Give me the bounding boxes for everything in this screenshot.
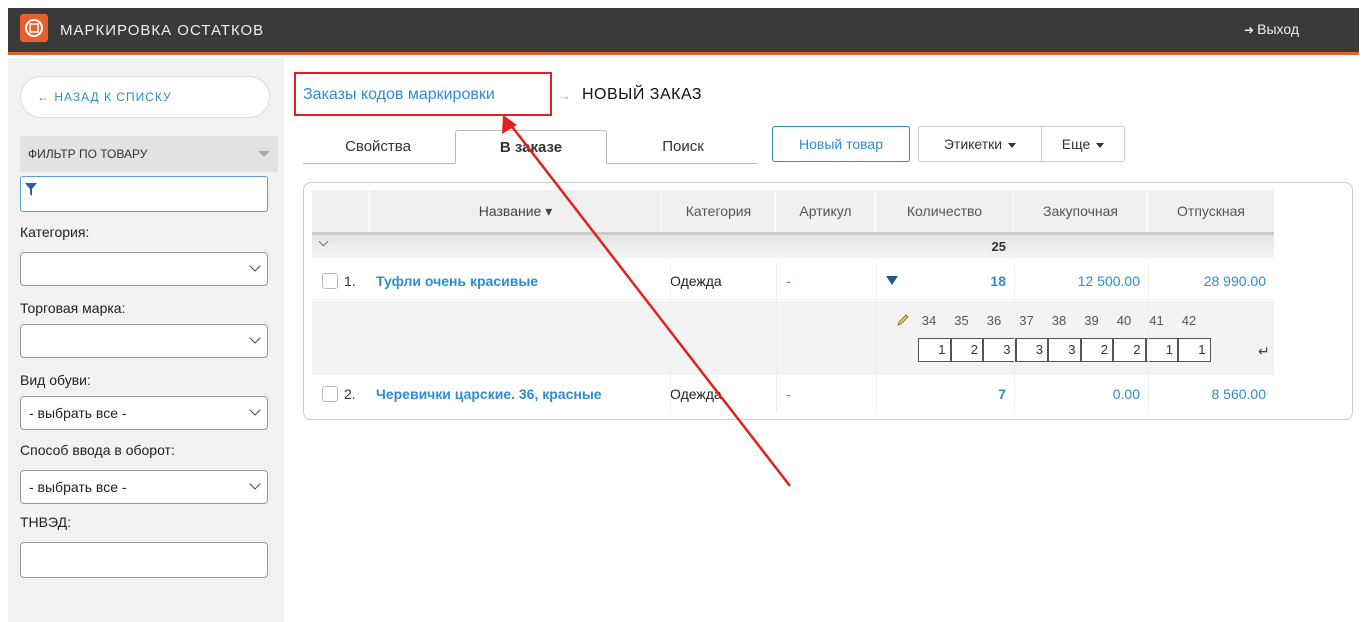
- tnved-input[interactable]: [20, 542, 268, 578]
- product-filter-header[interactable]: ФИЛЬТР ПО ТОВАРУ: [20, 136, 278, 172]
- back-to-list-button[interactable]: ← НАЗАД К СПИСКУ: [20, 76, 270, 118]
- caret-down-icon: [1096, 142, 1105, 148]
- table-row[interactable]: 1. Туфли очень красивые Одежда - 18 12 5…: [312, 262, 1274, 300]
- enter-icon[interactable]: ↵: [1258, 343, 1270, 360]
- table-row[interactable]: 2. Черевички царские. 36, красные Одежда…: [312, 375, 1274, 413]
- size-quantity-input[interactable]: 3: [983, 338, 1016, 362]
- logout-link[interactable]: ➜ Выход: [1244, 21, 1299, 37]
- size-quantity-input[interactable]: 1: [1145, 338, 1178, 362]
- size-quantity-input[interactable]: 1: [1178, 338, 1211, 362]
- app-logo-icon[interactable]: [20, 14, 48, 42]
- circulation-select[interactable]: - выбрать все -: [20, 470, 268, 504]
- shoe-type-label: Вид обуви:: [20, 372, 91, 388]
- table-header: Название ▾ Категория Артикул Количество …: [312, 190, 1274, 232]
- size-quantity-input[interactable]: 2: [950, 338, 983, 362]
- item-quantity[interactable]: 7: [876, 375, 1014, 413]
- item-retail-price[interactable]: 8 560.00: [1148, 375, 1274, 413]
- item-name-link[interactable]: Черевички царские. 36, красные: [376, 375, 602, 413]
- caret-down-icon: [1008, 142, 1017, 148]
- size-quantity-input[interactable]: 1: [918, 338, 951, 362]
- group-row[interactable]: 25: [312, 232, 1274, 258]
- size-label: 39: [1084, 313, 1099, 328]
- circulation-select-value: - выбрать все -: [29, 479, 127, 495]
- row-index: 1.: [344, 272, 356, 289]
- col-purchase-header[interactable]: Закупочная: [1014, 190, 1148, 232]
- page-title: НОВЫЙ ЗАКАЗ: [582, 86, 703, 103]
- item-purchase-price[interactable]: 12 500.00: [1014, 262, 1148, 299]
- tab-search[interactable]: Поиск: [609, 130, 757, 164]
- chevron-down-icon: [249, 332, 261, 344]
- item-article[interactable]: -: [786, 262, 791, 299]
- size-label: 36: [986, 313, 1002, 328]
- column-divider: [1014, 263, 1015, 413]
- item-category: Одежда: [670, 386, 722, 402]
- funnel-icon: [25, 183, 37, 196]
- product-filter-title: ФИЛЬТР ПО ТОВАРУ: [28, 147, 148, 161]
- column-divider: [670, 263, 671, 413]
- column-divider: [776, 263, 777, 413]
- size-label: 42: [1181, 313, 1197, 328]
- item-article[interactable]: -: [786, 375, 791, 413]
- chevron-down-icon[interactable]: [318, 236, 329, 247]
- size-quantity-input[interactable]: 3: [1048, 338, 1081, 362]
- size-quantity-input[interactable]: 2: [1113, 338, 1146, 362]
- circulation-label: Способ ввода в оборот:: [20, 442, 175, 458]
- col-name-header[interactable]: Название ▾: [370, 190, 662, 232]
- pencil-icon[interactable]: [896, 313, 910, 327]
- item-category: Одежда: [670, 272, 722, 289]
- item-retail-price[interactable]: 28 990.00: [1148, 262, 1274, 299]
- logout-label: Выход: [1257, 21, 1299, 37]
- breadcrumb-separator: →: [558, 88, 571, 103]
- col-article-header[interactable]: Артикул: [776, 190, 876, 232]
- size-label: 35: [954, 313, 969, 328]
- chevron-down-icon: [249, 478, 261, 490]
- item-quantity[interactable]: 18: [876, 262, 1014, 299]
- labels-label: Этикетки: [943, 136, 1003, 152]
- sign-out-icon: ➜: [1244, 23, 1255, 37]
- more-dropdown-button[interactable]: Еще: [1041, 126, 1125, 162]
- group-total-quantity: 25: [991, 239, 1006, 254]
- col-category-header[interactable]: Категория: [662, 190, 776, 232]
- item-name-link[interactable]: Туфли очень красивые: [376, 262, 538, 299]
- category-select[interactable]: [20, 252, 268, 286]
- col-checkbox: [312, 190, 370, 232]
- chevron-down-icon: [249, 260, 261, 272]
- brand-label: Торговая марка:: [20, 300, 126, 316]
- size-quantity-input[interactable]: 2: [1080, 338, 1113, 362]
- tab-in-order[interactable]: В заказе: [455, 130, 607, 164]
- labels-dropdown-button[interactable]: Этикетки: [918, 126, 1042, 162]
- shoe-type-select-value: - выбрать все -: [29, 405, 127, 421]
- sizes-row: 34 1 35 2 36 3 37 3 38 3 39 2 40 2 41 1 42 1 ↵: [312, 301, 1274, 375]
- more-label: Еще: [1061, 136, 1091, 152]
- row-checkbox[interactable]: [322, 386, 338, 402]
- col-quantity-header[interactable]: Количество: [876, 190, 1014, 232]
- tab-properties[interactable]: Свойства: [303, 130, 453, 164]
- row-index: 2.: [344, 386, 356, 402]
- col-retail-header[interactable]: Отпускная: [1148, 190, 1274, 232]
- row-checkbox[interactable]: [322, 273, 338, 289]
- column-divider: [1148, 263, 1149, 413]
- chevron-down-icon: [249, 404, 261, 416]
- highlight-box: [294, 72, 552, 116]
- shoe-type-select[interactable]: - выбрать все -: [20, 396, 268, 430]
- size-quantity-input[interactable]: 3: [1015, 338, 1048, 362]
- tnved-label: ТНВЭД:: [20, 514, 71, 530]
- column-divider: [876, 263, 877, 413]
- sidebar: ← НАЗАД К СПИСКУ ФИЛЬТР ПО ТОВАРУ Катего…: [8, 58, 284, 622]
- order-items-table: Название ▾ Категория Артикул Количество …: [303, 182, 1353, 420]
- size-label: 37: [1019, 313, 1034, 328]
- category-label: Категория:: [20, 224, 90, 240]
- new-item-button[interactable]: Новый товар: [772, 126, 910, 162]
- size-label: 38: [1051, 313, 1067, 328]
- brand-select[interactable]: [20, 324, 268, 358]
- size-label: 40: [1116, 313, 1132, 328]
- top-bar: МАРКИРОВКА ОСТАТКОВ ➜ Выход: [8, 8, 1359, 55]
- item-purchase-price[interactable]: 0.00: [1014, 375, 1148, 413]
- app-title: МАРКИРОВКА ОСТАТКОВ: [60, 22, 265, 39]
- size-label: 34: [921, 313, 937, 328]
- filter-input[interactable]: [20, 176, 268, 212]
- caret-down-icon: [258, 151, 270, 157]
